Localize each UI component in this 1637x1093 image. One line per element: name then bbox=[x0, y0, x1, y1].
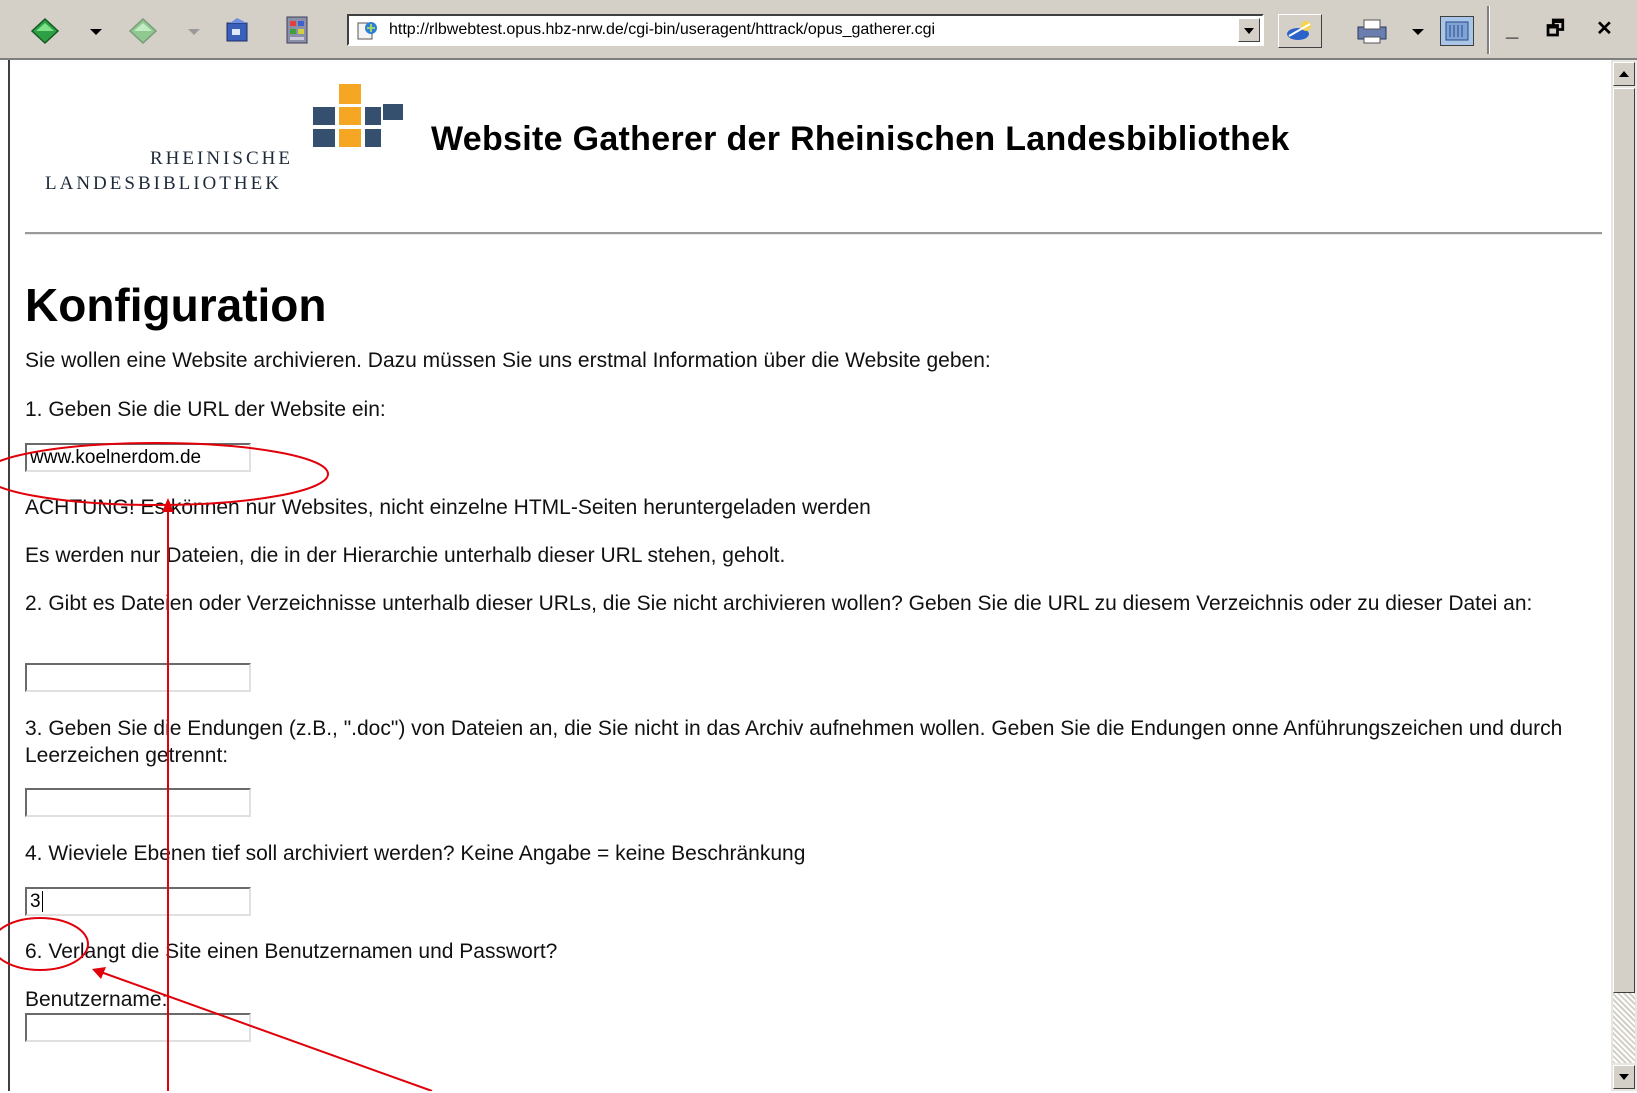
annotation-arrow-diagonal bbox=[97, 970, 433, 1091]
annotation-overlay bbox=[0, 442, 433, 1091]
url-highlight-ellipse bbox=[0, 442, 329, 506]
depth-highlight-ellipse bbox=[0, 917, 89, 971]
